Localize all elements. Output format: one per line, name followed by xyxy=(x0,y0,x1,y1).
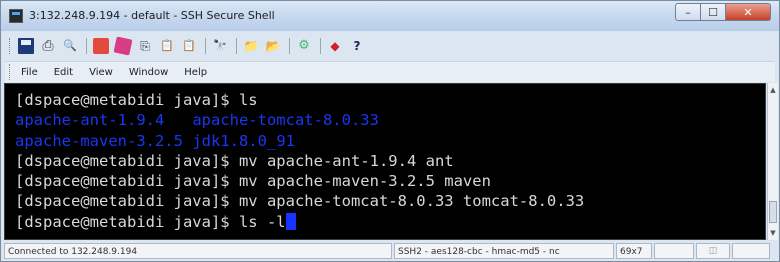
menu-view[interactable]: View xyxy=(87,66,115,79)
ssh-app-icon xyxy=(9,9,23,23)
scroll-up-arrow-icon[interactable]: ▲ xyxy=(768,85,778,95)
window-controls: – ☐ ✕ xyxy=(675,3,771,23)
title-bar[interactable]: 3:132.248.9.194 - default - SSH Secure S… xyxy=(1,1,779,31)
color-icon[interactable] xyxy=(93,38,109,54)
vertical-scrollbar[interactable]: ▲ ▼ xyxy=(767,83,778,240)
directory-entry: apache-maven-3.2.5 xyxy=(15,131,183,150)
command: ls -l xyxy=(229,212,286,231)
paste-special-icon[interactable] xyxy=(181,38,197,54)
print-preview-icon[interactable] xyxy=(62,38,78,54)
terminal-size: 69x7 xyxy=(616,243,652,259)
file-transfer-icon[interactable] xyxy=(327,38,343,54)
lock-icon: ◫ xyxy=(696,243,730,259)
window-title: 3:132.248.9.194 - default - SSH Secure S… xyxy=(29,9,275,22)
command: mv apache-maven-3.2.5 maven xyxy=(229,172,491,191)
toolbar-grip[interactable] xyxy=(9,38,13,54)
menu-file[interactable]: File xyxy=(19,66,40,79)
terminal-area[interactable]: [dspace@metabidi java]$ ls apache-ant-1.… xyxy=(4,83,766,240)
menu-bar: File Edit View Window Help xyxy=(5,61,775,82)
maximize-button[interactable]: ☐ xyxy=(701,3,726,21)
directory-entry: apache-tomcat-8.0.33 xyxy=(192,111,379,130)
paste-icon[interactable] xyxy=(159,38,175,54)
menu-window[interactable]: Window xyxy=(127,66,170,79)
terminal-line: apache-ant-1.9.4 apache-tomcat-8.0.33 xyxy=(15,110,765,130)
menu-help[interactable]: Help xyxy=(182,66,209,79)
prompt: [dspace@metabidi java]$ xyxy=(15,192,230,211)
status-bar: Connected to 132.248.9.194 SSH2 - aes128… xyxy=(4,242,776,260)
terminal-line: apache-maven-3.2.5 jdk1.8.0_91 xyxy=(15,131,765,151)
command: mv apache-ant-1.9.4 ant xyxy=(229,151,454,170)
terminal-line: [dspace@metabidi java]$ ls xyxy=(15,90,765,110)
toolbar-separator xyxy=(320,38,321,54)
profiles-icon[interactable] xyxy=(265,38,281,54)
toolbar-separator xyxy=(86,38,87,54)
terminal-line: [dspace@metabidi java]$ mv apache-tomcat… xyxy=(15,191,765,211)
menu-edit[interactable]: Edit xyxy=(52,66,75,79)
ssh-window: 3:132.248.9.194 - default - SSH Secure S… xyxy=(0,0,780,262)
prompt: [dspace@metabidi java]$ xyxy=(15,151,230,170)
menu-grip[interactable] xyxy=(9,64,13,80)
print-icon[interactable] xyxy=(40,38,56,54)
copy-icon[interactable] xyxy=(137,38,153,54)
color-palette-icon[interactable] xyxy=(113,36,133,56)
directory-entry: jdk1.8.0_91 xyxy=(192,131,295,150)
status-blank xyxy=(654,243,694,259)
terminal-line: [dspace@metabidi java]$ ls -l xyxy=(15,212,765,232)
toolbar-separator xyxy=(205,38,206,54)
new-connection-icon[interactable] xyxy=(243,38,259,54)
command: mv apache-tomcat-8.0.33 tomcat-8.0.33 xyxy=(229,192,585,211)
toolbar-separator xyxy=(289,38,290,54)
scroll-thumb[interactable] xyxy=(769,201,777,223)
find-icon[interactable] xyxy=(212,38,228,54)
cipher-status: SSH2 - aes128-cbc - hmac-md5 - nc xyxy=(394,243,614,259)
prompt: [dspace@metabidi java]$ xyxy=(15,212,230,231)
status-extra xyxy=(732,243,770,259)
directory-entry: apache-ant-1.9.4 xyxy=(15,111,165,130)
prompt: [dspace@metabidi java]$ xyxy=(15,172,230,191)
connection-status: Connected to 132.248.9.194 xyxy=(4,243,392,259)
help-icon[interactable] xyxy=(349,38,365,54)
terminal-line: [dspace@metabidi java]$ mv apache-maven-… xyxy=(15,171,765,191)
save-icon[interactable] xyxy=(18,38,34,54)
settings-icon[interactable] xyxy=(296,38,312,54)
close-button[interactable]: ✕ xyxy=(726,3,771,21)
text-cursor xyxy=(285,212,296,230)
toolbar xyxy=(5,35,775,57)
minimize-button[interactable]: – xyxy=(675,3,701,21)
command: ls xyxy=(229,91,258,109)
toolbar-separator xyxy=(236,38,237,54)
prompt: [dspace@metabidi java]$ xyxy=(15,91,230,109)
scroll-down-arrow-icon[interactable]: ▼ xyxy=(768,228,778,238)
terminal-line: [dspace@metabidi java]$ mv apache-ant-1.… xyxy=(15,151,765,171)
